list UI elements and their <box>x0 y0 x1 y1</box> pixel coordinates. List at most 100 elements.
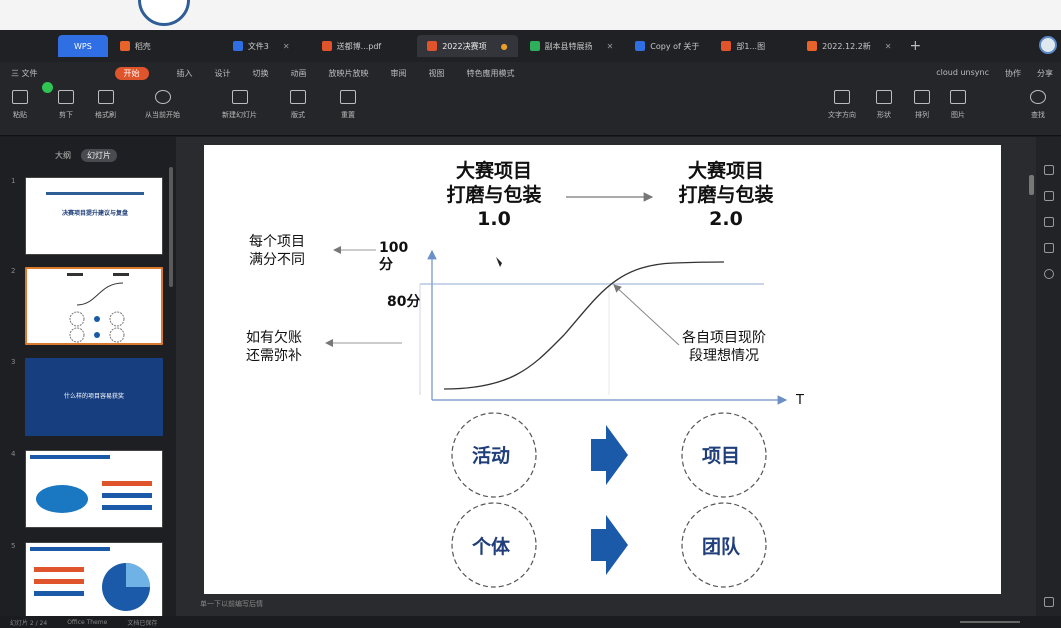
tab-doc[interactable]: 部1...图 <box>711 35 775 57</box>
picture-button[interactable]: 图片 <box>950 90 966 120</box>
label-individual: 个体 <box>472 536 511 558</box>
doc-icon <box>119 41 130 51</box>
close-icon[interactable]: ✕ <box>283 42 290 51</box>
new-tab-button[interactable]: + <box>910 38 922 54</box>
mouse-cursor-icon <box>496 257 502 267</box>
menu-selected-home[interactable]: 开始 <box>109 66 155 80</box>
button-label: 排列 <box>915 111 929 119</box>
slide-panel: 大纲 幻灯片 1 决赛项目提升建议与复盘 2 3 什么样的项目容易获奖 4 5 <box>0 137 176 620</box>
tab-label: Copy of 关于 <box>650 41 700 51</box>
button-label: 粘贴 <box>13 111 27 119</box>
user-avatar[interactable] <box>1039 36 1057 54</box>
thumb-preview <box>30 455 152 513</box>
doc-icon <box>635 41 646 51</box>
cut-button[interactable]: 剪下 <box>58 90 74 120</box>
cloud-sync-status[interactable]: cloud unsync <box>936 68 989 79</box>
thumb-title: 决赛项目提升建议与复盘 <box>61 210 128 217</box>
shape-icon <box>876 90 892 104</box>
menu-file[interactable]: 三 文件 <box>11 68 38 79</box>
slide-thumbnail[interactable]: 什么样的项目容易获奖 <box>25 358 163 436</box>
right-arrow-icon <box>591 515 628 575</box>
tab-outline[interactable]: 大纲 <box>55 150 71 161</box>
menu-review[interactable]: 审阅 <box>391 68 407 79</box>
tab-doc[interactable]: 2022.12.2新 ✕ <box>797 35 901 57</box>
scissors-icon <box>58 90 74 104</box>
shape-button[interactable]: 形状 <box>876 90 892 120</box>
arrange-button[interactable]: 排列 <box>914 90 930 120</box>
tab-doc[interactable]: 文件3 ✕ <box>223 35 300 57</box>
slide-number: 1 <box>11 177 16 185</box>
picture-icon <box>950 90 966 104</box>
slide-number: 4 <box>11 450 16 458</box>
close-icon[interactable]: ✕ <box>885 42 892 51</box>
status-bar: 幻灯片 2 / 24 Office Theme 文档已保存 <box>0 616 1061 628</box>
menu-special[interactable]: 特色應用模式 <box>467 68 515 79</box>
slide-number: 3 <box>11 358 16 366</box>
label-project: 项目 <box>702 445 741 467</box>
text-direction-button[interactable]: 文字方向 <box>828 90 856 120</box>
animation-icon[interactable] <box>1044 243 1054 253</box>
menu-insert[interactable]: 插入 <box>177 68 193 79</box>
menu-slideshow[interactable]: 放映片放映 <box>329 68 369 79</box>
menu-right-group: cloud unsync 协作 分享 <box>928 68 1061 79</box>
menu-home[interactable]: 开始 <box>114 66 149 80</box>
menu-view[interactable]: 视图 <box>429 68 445 79</box>
transform-icon[interactable] <box>1044 217 1054 227</box>
brush-icon <box>97 90 114 104</box>
menu-bar: 三 文件 开始 插入 设计 切换 动画 放映片放映 审阅 视图 特色應用模式 c… <box>0 62 1061 84</box>
slide-thumbnail[interactable] <box>25 450 163 528</box>
button-label: 从当前开始 <box>145 111 180 119</box>
tab-label: 2022.12.2新 <box>822 41 871 51</box>
thumb-title: 什么样的项目容易获奖 <box>63 393 124 400</box>
menu-transition[interactable]: 切换 <box>253 68 269 79</box>
collaborate-button[interactable]: 协作 <box>1005 68 1021 79</box>
sheet-icon <box>529 41 540 51</box>
theme-name: Office Theme <box>67 618 108 626</box>
tab-doc[interactable]: 副本县特展扬 ✕ <box>520 35 624 57</box>
thumb-preview <box>30 547 150 611</box>
arrow-to-curve <box>613 284 680 346</box>
screen: WPS 稻壳 文件3 ✕ 送都博...pdf 2022决赛项 ● 副本县特展扬 ✕ C… <box>0 0 1061 628</box>
unsaved-dot-icon: ● <box>500 41 508 51</box>
history-icon[interactable] <box>1044 269 1054 279</box>
slide-thumbnail-selected[interactable] <box>25 267 163 345</box>
slide-counter: 幻灯片 2 / 24 <box>10 619 48 627</box>
find-button[interactable]: 查找 <box>1030 90 1046 120</box>
tab-doc[interactable]: 送都博...pdf <box>312 35 392 57</box>
new-slide-icon <box>231 90 248 104</box>
grid-icon[interactable] <box>1044 597 1054 607</box>
layout-button[interactable]: 版式 <box>290 90 306 120</box>
reset-icon <box>340 90 356 104</box>
tab-doc-active[interactable]: 2022决赛项 ● <box>417 35 518 57</box>
zoom-slider[interactable] <box>960 621 1020 623</box>
reset-button[interactable]: 重置 <box>340 90 356 120</box>
speaker-notes[interactable]: 单一下以前编写后情 <box>200 599 263 609</box>
property-icon[interactable] <box>1044 165 1054 175</box>
panel-scrollbar[interactable] <box>169 167 173 287</box>
new-slide-button[interactable]: 新建幻灯片 <box>222 90 257 120</box>
close-icon[interactable]: ✕ <box>607 42 614 51</box>
tab-slides[interactable]: 幻灯片 <box>81 149 117 162</box>
play-from-current-button[interactable]: 从当前开始 <box>145 90 180 120</box>
share-button[interactable]: 分享 <box>1037 68 1053 79</box>
shape-icon[interactable] <box>1044 191 1054 201</box>
ppt-icon <box>427 41 438 51</box>
paste-button[interactable]: 粘贴 <box>12 90 28 120</box>
thumb-bar <box>46 192 144 195</box>
editor-scrollbar[interactable] <box>1029 175 1034 195</box>
format-painter-button[interactable]: 格式刷 <box>95 90 116 120</box>
label-activity: 活动 <box>472 445 511 467</box>
tab-wps-home[interactable]: WPS <box>58 35 108 57</box>
menu-design[interactable]: 设计 <box>215 68 231 79</box>
slide-thumbnail[interactable] <box>25 542 163 620</box>
button-label: 文字方向 <box>828 111 856 119</box>
panel-tabs: 大纲 幻灯片 <box>55 149 117 162</box>
button-label: 版式 <box>291 111 305 119</box>
menu-animation[interactable]: 动画 <box>291 68 307 79</box>
tab-doc[interactable]: 稻壳 <box>110 35 161 57</box>
button-label: 形状 <box>877 111 891 119</box>
slide-thumbnail[interactable]: 决赛项目提升建议与复盘 <box>25 177 163 255</box>
slide-canvas[interactable]: 大赛项目 打磨与包装 1.0 大赛项目 打磨与包装 2.0 每个项目 满分不同 … <box>204 145 1001 594</box>
button-label: 图片 <box>951 111 965 119</box>
tab-doc[interactable]: Copy of 关于 <box>625 35 709 57</box>
